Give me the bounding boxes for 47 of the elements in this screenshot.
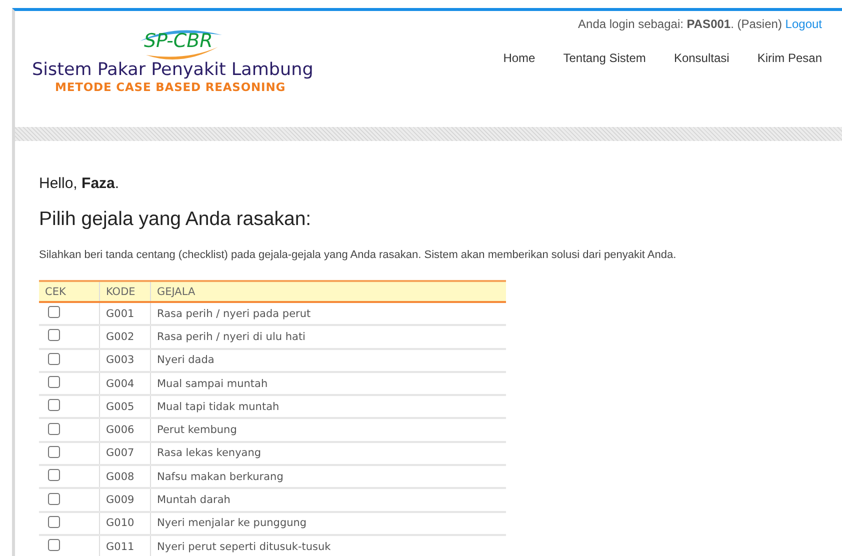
symptom-cell: Rasa perih / nyeri pada perut bbox=[150, 302, 506, 326]
symptom-cell: Nyeri dada bbox=[150, 348, 506, 372]
symptom-cell: Nyeri menjalar ke punggung bbox=[150, 512, 506, 535]
symptom-checkbox[interactable] bbox=[48, 446, 60, 458]
symptom-cell: Muntah darah bbox=[150, 488, 506, 512]
code-cell: G004 bbox=[100, 372, 150, 396]
code-cell: G005 bbox=[100, 395, 150, 418]
symptom-checkbox[interactable] bbox=[48, 329, 60, 342]
column-header: CEK bbox=[39, 281, 100, 302]
page-heading: Pilih gejala yang Anda rasakan: bbox=[39, 208, 312, 231]
nav-link[interactable]: Home bbox=[503, 51, 536, 65]
logo-mark: SP-CBR bbox=[136, 27, 226, 61]
column-header: KODE bbox=[100, 281, 150, 302]
greeting: Hello, Faza. bbox=[39, 175, 120, 192]
code-cell: G011 bbox=[100, 534, 150, 556]
nav-link[interactable]: Tentang Sistem bbox=[563, 51, 646, 65]
code-cell: G009 bbox=[100, 488, 150, 512]
symptom-checkbox[interactable] bbox=[48, 376, 60, 388]
code-cell: G002 bbox=[100, 325, 150, 349]
nav-link[interactable]: Kirim Pesan bbox=[757, 51, 822, 65]
logo-title: Sistem Pakar Penyakit Lambung bbox=[32, 60, 314, 80]
symptom-checkbox[interactable] bbox=[48, 516, 60, 528]
symptom-checkbox[interactable] bbox=[48, 492, 60, 505]
code-cell: G008 bbox=[100, 465, 150, 488]
code-cell: G001 bbox=[100, 302, 150, 326]
code-cell: G007 bbox=[100, 442, 150, 466]
symptom-checkbox[interactable] bbox=[48, 352, 60, 365]
symptom-cell: Mual tapi tidak muntah bbox=[150, 395, 506, 418]
nav-link[interactable]: Konsultasi bbox=[674, 51, 730, 65]
symptom-checkbox[interactable] bbox=[48, 422, 60, 435]
symptom-checkbox[interactable] bbox=[48, 469, 60, 482]
instruction-text: Silahkan beri tanda centang (checklist) pada gejala-gejala yang Anda rasakan. Sistem akan memberikan solusi dari penyakit Anda. bbox=[39, 249, 678, 261]
symptom-checkbox[interactable] bbox=[48, 306, 60, 318]
symptom-cell: Perut kembung bbox=[150, 418, 506, 442]
code-cell: G003 bbox=[100, 348, 150, 372]
symptom-checkbox[interactable] bbox=[48, 539, 60, 552]
code-cell: G010 bbox=[100, 512, 150, 535]
symptom-cell: Rasa perih / nyeri di ulu hati bbox=[150, 325, 506, 349]
login-info: Anda login sebagai: PAS001. (Pasien) bbox=[578, 17, 782, 31]
logo-subtitle: METODE CASE BASED REASONING bbox=[55, 80, 286, 94]
code-cell: G006 bbox=[100, 418, 150, 442]
symptom-checkbox[interactable] bbox=[48, 399, 60, 412]
symptom-cell: Rasa lekas kenyang bbox=[150, 442, 506, 466]
symptom-cell: Nyeri perut seperti ditusuk-tusuk bbox=[150, 534, 506, 556]
symptom-cell: Nafsu makan berkurang bbox=[150, 465, 506, 488]
symptom-cell: Mual sampai muntah bbox=[150, 372, 506, 396]
column-header: GEJALA bbox=[150, 281, 506, 302]
